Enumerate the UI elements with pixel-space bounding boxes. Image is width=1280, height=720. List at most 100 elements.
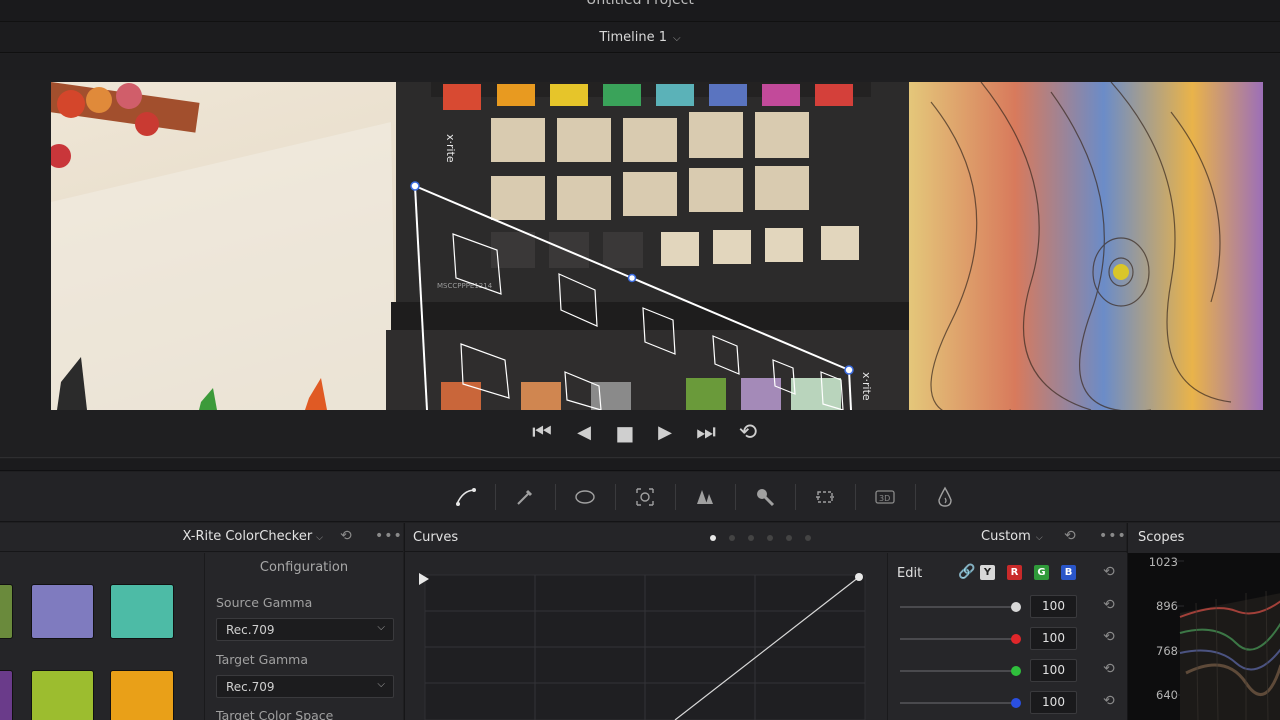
loop-button[interactable]: ⟲ (731, 418, 765, 448)
corner-handle-right[interactable] (844, 365, 854, 375)
page-dot-active[interactable] (710, 535, 716, 541)
red-slider-knob[interactable] (1011, 634, 1021, 644)
red-value-input[interactable]: 100 (1030, 627, 1077, 650)
color-swatch[interactable] (110, 670, 174, 720)
scope-tick-label: 1023 (1148, 555, 1178, 569)
toolbar-divider (855, 484, 856, 510)
page-dot[interactable] (767, 535, 773, 541)
toolbar-divider (795, 484, 796, 510)
channel-r-toggle[interactable]: R (1007, 565, 1022, 580)
toolbar-divider (555, 484, 556, 510)
corner-handle-top-left[interactable] (410, 181, 420, 191)
curves-icon[interactable] (454, 486, 478, 508)
source-gamma-select[interactable]: Rec.709 ⌵ (216, 618, 394, 641)
reset-icon[interactable]: ⟲ (1103, 629, 1115, 645)
reset-icon[interactable]: ⟲ (340, 528, 352, 544)
green-value-input[interactable]: 100 (1030, 659, 1077, 682)
curves-edit-section: Edit 🔗 Y R G B ⟲ 100 ⟲ 100 ⟲ 100 ⟲ 100 ⟲ (887, 553, 1127, 720)
curves-header: Curves Custom ⌵ ⟲ ••• (405, 523, 1127, 552)
svg-text:3D: 3D (879, 494, 890, 503)
curve-graph[interactable] (417, 571, 877, 720)
edit-label: Edit (897, 566, 923, 581)
xrite-logo-right: x·rite (860, 372, 873, 401)
scope-tick-label: 640 (1156, 688, 1178, 702)
page-dot[interactable] (729, 535, 735, 541)
chevron-down-icon: ⌵ (673, 33, 681, 44)
viewer[interactable]: x·rite MSCCPPPE1214 x·rite (51, 82, 1263, 410)
toolbar-divider (915, 484, 916, 510)
blue-intensity-row: 100 ⟲ (900, 691, 1120, 715)
color-swatch[interactable] (31, 670, 94, 720)
chevron-down-icon: ⌵ (1035, 533, 1043, 543)
more-options-icon[interactable]: ••• (375, 528, 403, 544)
title-bar: Untitled Project (0, 0, 1280, 22)
sizing-icon[interactable] (813, 486, 837, 508)
window-title: Untitled Project (586, 0, 694, 8)
reset-icon[interactable]: ⟲ (1103, 693, 1115, 709)
reset-icon[interactable]: ⟲ (1103, 597, 1115, 613)
curve-point-white[interactable] (855, 573, 863, 581)
panel-separator (0, 459, 1280, 471)
red-intensity-row: 100 ⟲ (900, 627, 1120, 651)
blue-slider-knob[interactable] (1011, 698, 1021, 708)
luma-slider-knob[interactable] (1011, 602, 1021, 612)
slider-track[interactable] (900, 702, 1016, 704)
target-gamma-label: Target Gamma (216, 652, 309, 667)
chevron-down-icon: ⌵ (377, 622, 385, 633)
colorchecker-panel: X-Rite ColorChecker ⌵ ⟲ ••• Configuration… (0, 523, 403, 720)
skip-to-end-button[interactable]: ⏭ (689, 418, 723, 448)
channel-b-toggle[interactable]: B (1061, 565, 1076, 580)
link-icon[interactable]: 🔗 (958, 564, 975, 580)
color-swatch[interactable] (0, 670, 13, 720)
toolbar-divider (735, 484, 736, 510)
slider-track[interactable] (900, 670, 1016, 672)
green-slider-knob[interactable] (1011, 666, 1021, 676)
configuration-section: Configuration Source Gamma Rec.709 ⌵ Targ… (204, 553, 403, 720)
previous-frame-button[interactable]: ◀ (567, 418, 601, 448)
color-swatch[interactable] (110, 584, 174, 639)
scopes-title: Scopes (1138, 530, 1185, 545)
page-dot[interactable] (748, 535, 754, 541)
scope-tick-label: 896 (1156, 599, 1178, 613)
reset-icon[interactable]: ⟲ (1103, 564, 1115, 580)
toolbar-divider (675, 484, 676, 510)
slider-track[interactable] (900, 606, 1016, 608)
luma-value-input[interactable]: 100 (1030, 595, 1077, 618)
skip-to-start-button[interactable]: ⏮ (525, 418, 559, 448)
timeline-selector[interactable]: Timeline 1 ⌵ (0, 30, 1280, 45)
timeline-label: Timeline 1 (599, 30, 668, 45)
midpoint-handle[interactable] (627, 273, 637, 283)
channel-g-toggle[interactable]: G (1034, 565, 1049, 580)
scope-tick-label: 768 (1156, 644, 1178, 658)
3d-icon[interactable]: 3D (873, 486, 897, 508)
page-dot[interactable] (786, 535, 792, 541)
app-root: Untitled Project Timeline 1 ⌵ x·rite MSC… (0, 0, 1280, 720)
waveform-scope[interactable]: 1023 896 768 640 (1128, 553, 1280, 720)
coloring-book (909, 82, 1263, 410)
curves-mode-selector[interactable]: Custom ⌵ (981, 529, 1043, 544)
qualifier-eyedropper-icon[interactable] (513, 486, 537, 508)
reset-icon[interactable]: ⟲ (1064, 528, 1076, 544)
color-swatch[interactable] (0, 584, 13, 639)
reset-icon[interactable]: ⟲ (1103, 661, 1115, 677)
page-dot[interactable] (805, 535, 811, 541)
play-button[interactable]: ▶ (648, 418, 682, 448)
target-gamma-select[interactable]: Rec.709 ⌵ (216, 675, 394, 698)
more-options-icon[interactable]: ••• (1099, 528, 1127, 544)
toolbar-divider (495, 484, 496, 510)
slider-track[interactable] (900, 638, 1016, 640)
curves-title: Curves (413, 530, 459, 545)
window-icon[interactable] (573, 486, 597, 508)
chevron-down-icon: ⌵ (377, 679, 385, 690)
source-gamma-value: Rec.709 (226, 623, 275, 637)
color-swatch[interactable] (31, 584, 94, 639)
blur-icon[interactable] (693, 486, 717, 508)
curves-mode-value: Custom (981, 529, 1031, 544)
colorchecker-chart-selector[interactable]: X-Rite ColorChecker ⌵ (183, 529, 323, 544)
channel-y-toggle[interactable]: Y (980, 565, 995, 580)
tracker-icon[interactable] (633, 486, 657, 508)
stop-button[interactable]: ■ (608, 418, 642, 448)
magic-mask-icon[interactable] (933, 486, 957, 508)
blue-value-input[interactable]: 100 (1030, 691, 1077, 714)
key-icon[interactable] (753, 486, 777, 508)
